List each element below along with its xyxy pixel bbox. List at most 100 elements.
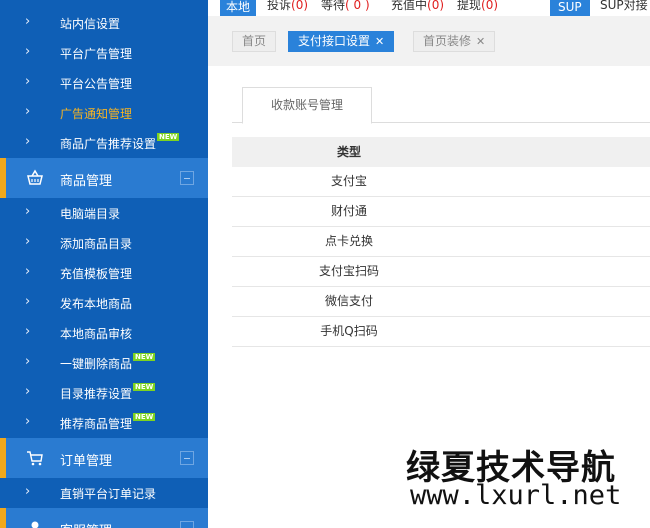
table-cell: 支付宝 <box>330 174 367 188</box>
sidebar-section-orders[interactable]: 订单管理 <box>0 438 208 478</box>
chevron-right-icon: › <box>25 44 31 59</box>
sidebar-item-label: 推荐商品管理 NEW <box>60 413 156 432</box>
withdraw-link[interactable]: 提现(0) <box>457 0 498 13</box>
new-badge: NEW <box>133 383 156 391</box>
local-button[interactable]: 本地 <box>220 0 257 16</box>
table-cell: 支付宝扫码 <box>318 264 379 278</box>
sidebar-item-site-messages[interactable]: › 站内信设置 <box>0 8 208 38</box>
recharging-count: (0) <box>427 0 445 12</box>
section-label: 客服管理 <box>60 520 112 528</box>
sidebar-item-label: 广告通知管理 <box>60 107 133 121</box>
collapse-toggle[interactable] <box>180 171 194 185</box>
sidebar-item-label: 发布本地商品 <box>60 297 133 311</box>
section-label: 订单管理 <box>60 454 113 469</box>
waiting-label: 等待 <box>321 0 346 12</box>
sidebar-section-support[interactable]: 客服管理 <box>0 508 208 528</box>
content-tabs: 收款账号管理 <box>232 87 650 124</box>
sidebar-item-label: 一键删除商品 NEW <box>60 353 156 372</box>
sidebar-item-publish-local-goods[interactable]: › 发布本地商品 <box>0 288 208 318</box>
sidebar-item-platform-announcements[interactable]: › 平台公告管理 <box>0 68 208 98</box>
table-row[interactable]: 支付宝 <box>232 167 650 197</box>
sidebar-item-text: 推荐商品管理 <box>60 417 133 431</box>
tab-home-decoration[interactable]: 首页装修 ✕ <box>413 31 496 52</box>
chevron-right-icon: › <box>25 134 31 149</box>
sidebar-item-recharge-templates[interactable]: › 充值模板管理 <box>0 258 208 288</box>
sidebar-item-catalog-recommend[interactable]: › 目录推荐设置 NEW <box>0 378 208 408</box>
collapse-toggle[interactable] <box>180 521 194 528</box>
waiting-count: ( 0 ) <box>345 0 370 12</box>
sidebar-item-add-catalog[interactable]: › 添加商品目录 <box>0 228 208 258</box>
chevron-right-icon: › <box>25 74 31 89</box>
sidebar-item-bulk-delete[interactable]: › 一键删除商品 NEW <box>0 348 208 378</box>
chevron-right-icon: › <box>25 234 31 249</box>
tab-payment-accounts[interactable]: 收款账号管理 <box>242 87 372 124</box>
complaint-label: 投诉 <box>267 0 292 12</box>
active-accent-bar <box>0 158 6 198</box>
sidebar-item-label: 商品广告推荐设置 NEW <box>60 133 180 152</box>
table-row[interactable]: 支付宝扫码 <box>232 257 650 287</box>
close-icon[interactable]: ✕ <box>476 35 485 48</box>
tab-payment-settings[interactable]: 支付接口设置 ✕ <box>288 31 395 52</box>
tab-label: 支付接口设置 <box>298 34 371 48</box>
withdraw-count: (0) <box>481 0 499 12</box>
sidebar-item-ad-notifications[interactable]: › 广告通知管理 <box>0 98 208 128</box>
active-accent-bar <box>0 438 6 478</box>
chevron-right-icon: › <box>25 264 31 279</box>
payment-type-table: 类型 支付宝 财付通 点卡兑换 支付宝扫码 微信支付 手机Q扫码 <box>232 137 650 347</box>
sup-connect-link[interactable]: SUP对接 <box>600 0 648 13</box>
table-row[interactable]: 点卡兑换 <box>232 227 650 257</box>
table-row[interactable]: 财付通 <box>232 197 650 227</box>
sidebar-item-label: 直销平台订单记录 <box>60 487 157 501</box>
chevron-right-icon: › <box>25 414 31 429</box>
sidebar-item-product-ad-recommend[interactable]: › 商品广告推荐设置 NEW <box>0 128 208 158</box>
sidebar-item-label: 本地商品审核 <box>60 327 133 341</box>
sidebar-item-pc-catalog[interactable]: › 电脑端目录 <box>0 198 208 228</box>
sidebar-item-local-goods-review[interactable]: › 本地商品审核 <box>0 318 208 348</box>
chevron-right-icon: › <box>25 354 31 369</box>
table-header: 类型 <box>232 137 650 167</box>
withdraw-label: 提现 <box>457 0 482 12</box>
new-badge: NEW <box>133 413 156 421</box>
sidebar-item-label: 平台公告管理 <box>60 77 133 91</box>
chevron-right-icon: › <box>25 484 31 499</box>
column-header-type: 类型 <box>336 145 361 159</box>
cart-icon <box>27 451 43 466</box>
chevron-right-icon: › <box>25 324 31 339</box>
sidebar-section-goods[interactable]: 商品管理 <box>0 158 208 198</box>
active-accent-bar <box>0 508 6 528</box>
user-icon <box>31 521 39 528</box>
waiting-link[interactable]: 等待( 0 ) <box>321 0 370 13</box>
watermark-url: www.lxurl.net <box>410 480 622 511</box>
sidebar-item-recommended-goods[interactable]: › 推荐商品管理 NEW <box>0 408 208 438</box>
sidebar: › 站内信设置 › 平台广告管理 › 平台公告管理 › 广告通知管理 › 商品广… <box>0 0 208 528</box>
table-row[interactable]: 手机Q扫码 <box>232 317 650 347</box>
table-cell: 点卡兑换 <box>324 234 373 248</box>
close-icon[interactable]: ✕ <box>375 35 384 48</box>
page-tabs-bar: 首页 支付接口设置 ✕ 首页装修 ✕ <box>208 16 650 66</box>
collapse-toggle[interactable] <box>180 451 194 465</box>
chevron-right-icon: › <box>25 104 31 119</box>
sidebar-item-text: 商品广告推荐设置 <box>60 137 157 151</box>
chevron-right-icon: › <box>25 294 31 309</box>
complaint-link[interactable]: 投诉(0) <box>267 0 308 13</box>
sidebar-item-direct-orders[interactable]: › 直销平台订单记录 <box>0 478 208 508</box>
sup-button[interactable]: SUP <box>550 0 590 16</box>
complaint-count: (0) <box>291 0 309 12</box>
sidebar-item-platform-ads[interactable]: › 平台广告管理 <box>0 38 208 68</box>
sidebar-item-label: 站内信设置 <box>60 17 121 31</box>
section-label: 商品管理 <box>60 174 113 189</box>
table-row[interactable]: 微信支付 <box>232 287 650 317</box>
sidebar-item-label: 添加商品目录 <box>60 237 133 251</box>
recharging-link[interactable]: 充值中(0) <box>391 0 444 13</box>
table-cell: 微信支付 <box>324 294 373 308</box>
sidebar-item-label: 充值模板管理 <box>60 267 133 281</box>
chevron-right-icon: › <box>25 204 31 219</box>
admin-app: › 站内信设置 › 平台广告管理 › 平台公告管理 › 广告通知管理 › 商品广… <box>0 0 650 528</box>
chevron-right-icon: › <box>25 14 31 29</box>
sidebar-item-text: 目录推荐设置 <box>60 387 133 401</box>
sidebar-item-label: 目录推荐设置 NEW <box>60 383 156 402</box>
tab-home[interactable]: 首页 <box>232 31 277 52</box>
tab-label: 首页 <box>242 34 267 48</box>
recharging-label: 充值中 <box>391 0 428 12</box>
tab-label: 首页装修 <box>423 34 472 48</box>
